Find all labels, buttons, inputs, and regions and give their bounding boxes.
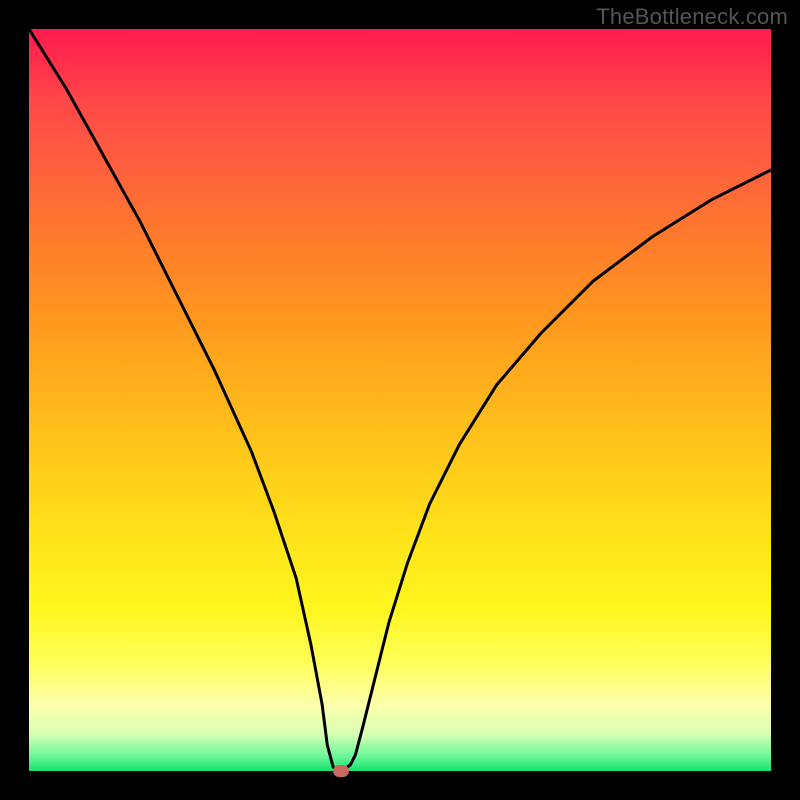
optimal-point-marker [333, 765, 349, 777]
bottleneck-curve-path [29, 29, 771, 771]
chart-frame: TheBottleneck.com [0, 0, 800, 800]
plot-area [29, 29, 771, 771]
watermark-text: TheBottleneck.com [596, 4, 788, 30]
curve-svg [29, 29, 771, 771]
